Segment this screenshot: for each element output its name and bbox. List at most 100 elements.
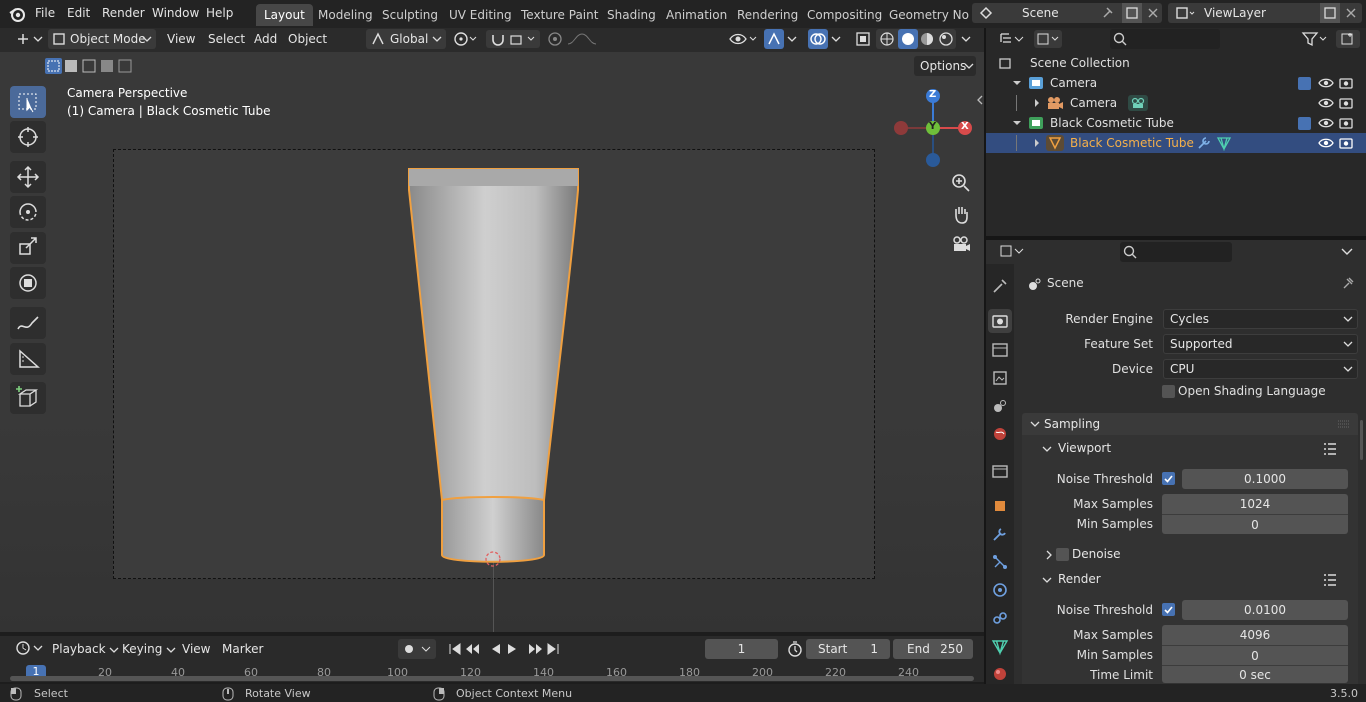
properties-editor-type-icon[interactable] xyxy=(998,242,1026,260)
chevron-down-icon[interactable] xyxy=(960,30,972,48)
expand-arrow-icon[interactable] xyxy=(1012,113,1022,133)
new-collection-icon[interactable] xyxy=(1336,30,1360,48)
tab-layout[interactable]: Layout xyxy=(256,4,313,26)
tab-animation[interactable]: Animation xyxy=(658,4,735,26)
feature-set-dropdown[interactable]: Supported xyxy=(1163,334,1358,354)
menu-render[interactable]: Render xyxy=(102,6,145,20)
transform-orientation-dropdown[interactable]: Global xyxy=(366,29,446,49)
scale-tool[interactable] xyxy=(10,232,46,264)
exclude-checkbox[interactable] xyxy=(1298,117,1311,130)
chevron-left-icon[interactable] xyxy=(976,94,984,106)
noise-threshold-checkbox[interactable] xyxy=(1162,603,1175,616)
material-shading-icon[interactable] xyxy=(918,30,936,48)
scene-selector[interactable]: Scene xyxy=(972,3,1162,23)
auto-keying-toggle[interactable] xyxy=(398,639,436,659)
eye-icon[interactable] xyxy=(1318,93,1334,113)
render-time-limit-field[interactable]: 0 sec xyxy=(1162,665,1348,683)
marker-menu[interactable]: Marker xyxy=(216,639,269,659)
noise-threshold-checkbox[interactable] xyxy=(1162,472,1175,485)
tab-geometry-nodes[interactable]: Geometry Noc xyxy=(881,4,969,26)
outliner-object-tube[interactable]: Black Cosmetic Tube xyxy=(986,133,1366,153)
expand-arrow-icon[interactable] xyxy=(1032,133,1042,153)
osl-checkbox[interactable] xyxy=(1162,385,1175,398)
eye-icon[interactable] xyxy=(1318,133,1334,153)
outliner-scene-collection[interactable]: Scene Collection xyxy=(986,53,1366,73)
outliner-search-input[interactable] xyxy=(1110,29,1220,49)
wireframe-shading-icon[interactable] xyxy=(878,30,896,48)
modifier-wrench-icon[interactable] xyxy=(1196,135,1212,151)
outliner-editor-type-icon[interactable] xyxy=(998,30,1026,48)
eye-icon[interactable] xyxy=(1318,73,1334,93)
render-camera-icon[interactable] xyxy=(1338,93,1354,113)
add-cube-tool[interactable] xyxy=(10,382,46,414)
camera-data-icon[interactable] xyxy=(1128,95,1148,111)
tab-sculpting[interactable]: Sculpting xyxy=(374,4,446,26)
playback-menu[interactable]: Playback xyxy=(46,639,125,659)
tab-rendering[interactable]: Rendering xyxy=(729,4,806,26)
render-camera-icon[interactable] xyxy=(1338,73,1354,93)
properties-scrollbar[interactable] xyxy=(1360,420,1363,460)
render-min-samples-field[interactable]: 0 xyxy=(1162,645,1348,665)
chevron-down-icon[interactable] xyxy=(786,30,798,48)
render-subpanel-header[interactable]: Render xyxy=(1034,570,1358,590)
device-dropdown[interactable]: CPU xyxy=(1163,359,1358,379)
viewport-max-samples-field[interactable]: 1024 xyxy=(1162,494,1348,514)
move-tool[interactable] xyxy=(10,161,46,193)
proportional-editing-icon[interactable] xyxy=(546,30,598,48)
stopwatch-icon[interactable] xyxy=(786,640,804,658)
measure-tool[interactable] xyxy=(10,343,46,375)
menu-window[interactable]: Window xyxy=(152,6,199,20)
render-noise-threshold-field[interactable]: 0.0100 xyxy=(1182,600,1348,620)
solid-shading-icon[interactable] xyxy=(898,29,918,49)
options-button[interactable]: Options xyxy=(914,56,976,76)
select-box-tool[interactable] xyxy=(10,86,46,118)
particles-tab-icon[interactable] xyxy=(988,550,1012,574)
eye-icon[interactable] xyxy=(1318,113,1334,133)
render-camera-icon[interactable] xyxy=(1338,113,1354,133)
new-view-layer-icon[interactable] xyxy=(1320,3,1340,23)
cursor-tool[interactable] xyxy=(10,121,46,153)
camera-view-icon[interactable] xyxy=(950,233,972,255)
tab-shading[interactable]: Shading xyxy=(599,4,664,26)
expand-arrow-icon[interactable] xyxy=(1012,73,1022,93)
viewport-min-samples-field[interactable]: 0 xyxy=(1162,514,1348,534)
menu-object[interactable]: Object xyxy=(282,29,333,49)
outliner-collection-camera[interactable]: Camera xyxy=(986,73,1366,93)
render-camera-icon[interactable] xyxy=(1338,133,1354,153)
snap-toggle[interactable] xyxy=(486,30,540,48)
tab-compositing[interactable]: Compositing xyxy=(799,4,890,26)
viewport-subpanel-header[interactable]: Viewport xyxy=(1034,439,1358,459)
chevron-down-icon[interactable] xyxy=(1340,244,1354,258)
viewport-noise-threshold-field[interactable]: 0.1000 xyxy=(1182,469,1348,489)
tab-uv-editing[interactable]: UV Editing xyxy=(441,4,520,26)
scene-tab-icon[interactable] xyxy=(988,394,1012,418)
xray-toggle-icon[interactable] xyxy=(854,30,872,48)
properties-search-input[interactable] xyxy=(1120,242,1232,262)
rotate-tool[interactable] xyxy=(10,196,46,228)
tab-texture-paint[interactable]: Texture Paint xyxy=(513,4,606,26)
tool-tab-icon[interactable] xyxy=(988,274,1012,298)
denoise-subpanel-header[interactable]: Denoise xyxy=(1034,545,1358,565)
transform-tool[interactable] xyxy=(10,267,46,299)
pivot-point-icon[interactable] xyxy=(452,30,480,48)
timeline-view-menu[interactable]: View xyxy=(176,639,216,659)
physics-tab-icon[interactable] xyxy=(988,578,1012,602)
filter-icon[interactable] xyxy=(1300,30,1328,48)
outliner-object-camera[interactable]: Camera xyxy=(986,93,1366,113)
tab-modeling[interactable]: Modeling xyxy=(310,4,381,26)
menu-select[interactable]: Select xyxy=(202,29,251,49)
render-max-samples-field[interactable]: 4096 xyxy=(1162,625,1348,645)
close-icon[interactable] xyxy=(1344,3,1358,23)
timeline-scrollbar[interactable] xyxy=(10,676,974,681)
mesh-data-icon[interactable] xyxy=(1216,135,1232,151)
expand-arrow-icon[interactable] xyxy=(1032,93,1042,113)
sampling-panel-header[interactable]: Sampling xyxy=(1022,413,1358,435)
cosmetic-tube-object[interactable] xyxy=(400,160,590,580)
outliner-collection-tube[interactable]: Black Cosmetic Tube xyxy=(986,113,1366,133)
view-layer-selector[interactable]: ViewLayer xyxy=(1168,3,1362,23)
keying-menu[interactable]: Keying xyxy=(116,639,182,659)
annotate-tool[interactable] xyxy=(10,307,46,339)
gizmo-toggle-icon[interactable] xyxy=(764,29,784,49)
current-frame-field[interactable]: 1 xyxy=(705,639,778,659)
menu-edit[interactable]: Edit xyxy=(67,6,90,20)
